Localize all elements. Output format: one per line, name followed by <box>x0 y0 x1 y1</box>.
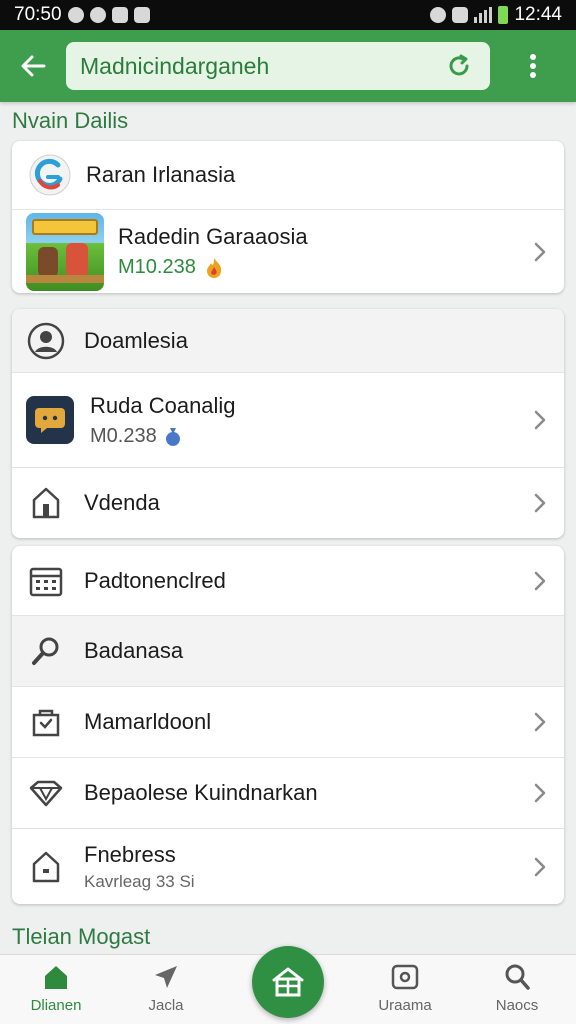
card-header[interactable]: Doamlesia <box>12 309 564 372</box>
message-icon <box>133 7 150 23</box>
chevron-right-icon <box>534 493 546 513</box>
chevron-right-icon <box>534 712 546 732</box>
section-title: Tleian Mogast <box>12 924 151 949</box>
game-thumbnail <box>26 212 104 291</box>
house-icon <box>26 483 66 523</box>
refresh-icon <box>449 54 469 76</box>
app-bar: Madnicindarganeh <box>0 30 576 102</box>
home-icon <box>45 966 67 989</box>
signal-icon <box>474 7 493 23</box>
refresh-button[interactable] <box>442 49 476 83</box>
user-avatar-icon <box>26 321 66 361</box>
nav-label: Jacla <box>148 997 184 1014</box>
nav-label: Dlianen <box>30 997 82 1014</box>
chevron-right-icon <box>534 242 546 261</box>
back-button[interactable] <box>0 30 66 102</box>
nav-label: Uraama <box>378 997 432 1014</box>
account-card: Doamlesia Ruda Coanalig M0.238 Vdenda <box>12 309 564 538</box>
chevron-right-icon <box>534 571 546 590</box>
chevron-right-icon <box>534 410 546 430</box>
app-subtitle: M10.238 <box>118 256 196 278</box>
status-clock: 12:44 <box>514 4 562 25</box>
fire-icon <box>206 257 221 278</box>
nav-item-search[interactable]: Naocs <box>469 963 565 1014</box>
menu-item-label: Bepaolese Kuindnarkan <box>84 780 318 805</box>
app-subtitle: M0.238 <box>90 424 157 447</box>
media-icon <box>391 964 419 990</box>
menu-item[interactable]: Mamarldoonl <box>12 686 564 757</box>
nav-item-home[interactable]: Dlianen <box>8 963 104 1014</box>
battery-icon <box>498 6 509 24</box>
menu-card: Padtonenclred Badanasa Mamarldoonl Bepao… <box>12 546 564 904</box>
chevron-right-icon <box>534 857 546 876</box>
calendar-icon <box>26 561 66 601</box>
bag-icon <box>26 702 66 742</box>
notification-icon <box>67 7 84 23</box>
house-icon <box>26 847 66 887</box>
nav-item-send[interactable]: Jacla <box>118 963 214 1014</box>
network-icon <box>452 7 469 23</box>
chat-app-icon <box>26 395 74 445</box>
nav-label: Naocs <box>495 997 539 1014</box>
app-title: Radedin Garaaosia <box>118 224 308 249</box>
sync-icon <box>89 7 106 23</box>
app-title: Ruda Coanalig <box>90 392 236 418</box>
status-time: 70:50 <box>14 4 62 25</box>
more-vertical-icon <box>530 54 536 78</box>
menu-item-label: Padtonenclred <box>84 567 226 593</box>
status-bar: 70:50 12:44 <box>0 0 576 30</box>
menu-item[interactable]: Fnebress Kavrleag 33 Si <box>12 828 564 904</box>
card-header[interactable]: Raran Irlanasia <box>12 141 564 209</box>
diamond-icon <box>26 773 66 813</box>
store-icon <box>272 967 304 997</box>
chevron-right-icon <box>534 783 546 803</box>
nav-item-media[interactable]: Uraama <box>357 963 453 1014</box>
menu-item[interactable]: Vdenda <box>12 467 564 538</box>
card-header-title: Raran Irlanasia <box>86 162 236 187</box>
search-input[interactable]: Madnicindarganeh <box>66 42 490 90</box>
card-header-title: Doamlesia <box>84 327 188 353</box>
center-action-button[interactable] <box>252 946 324 1018</box>
app-list-item[interactable]: Ruda Coanalig M0.238 <box>12 372 564 467</box>
app-list-item[interactable]: Radedin Garaaosia M10.238 <box>12 209 564 293</box>
more-options-button[interactable] <box>490 30 576 102</box>
brand-logo-icon <box>26 151 74 199</box>
alarm-icon <box>430 7 447 23</box>
search-icon <box>26 631 66 671</box>
menu-item-label: Mamarldoonl <box>84 709 212 734</box>
menu-item-subtitle: Kavrleag 33 Si <box>84 871 195 891</box>
search-icon <box>505 964 530 990</box>
menu-item[interactable]: Padtonenclred <box>12 546 564 615</box>
featured-card: Raran Irlanasia Radedin Garaaosia M10.23… <box>12 141 564 293</box>
section-title: Nvain Dailis <box>12 108 129 133</box>
menu-item-label: Vdenda <box>84 490 160 515</box>
menu-item[interactable]: Badanasa <box>12 615 564 686</box>
menu-item-label: Badanasa <box>84 638 184 663</box>
back-arrow-icon <box>21 55 46 77</box>
menu-item[interactable]: Bepaolese Kuindnarkan <box>12 757 564 828</box>
menu-item-label: Fnebress <box>84 841 176 867</box>
send-icon <box>155 966 177 988</box>
search-query: Madnicindarganeh <box>80 52 270 79</box>
app-notification-icon <box>111 7 128 23</box>
moneybag-icon <box>165 428 180 446</box>
